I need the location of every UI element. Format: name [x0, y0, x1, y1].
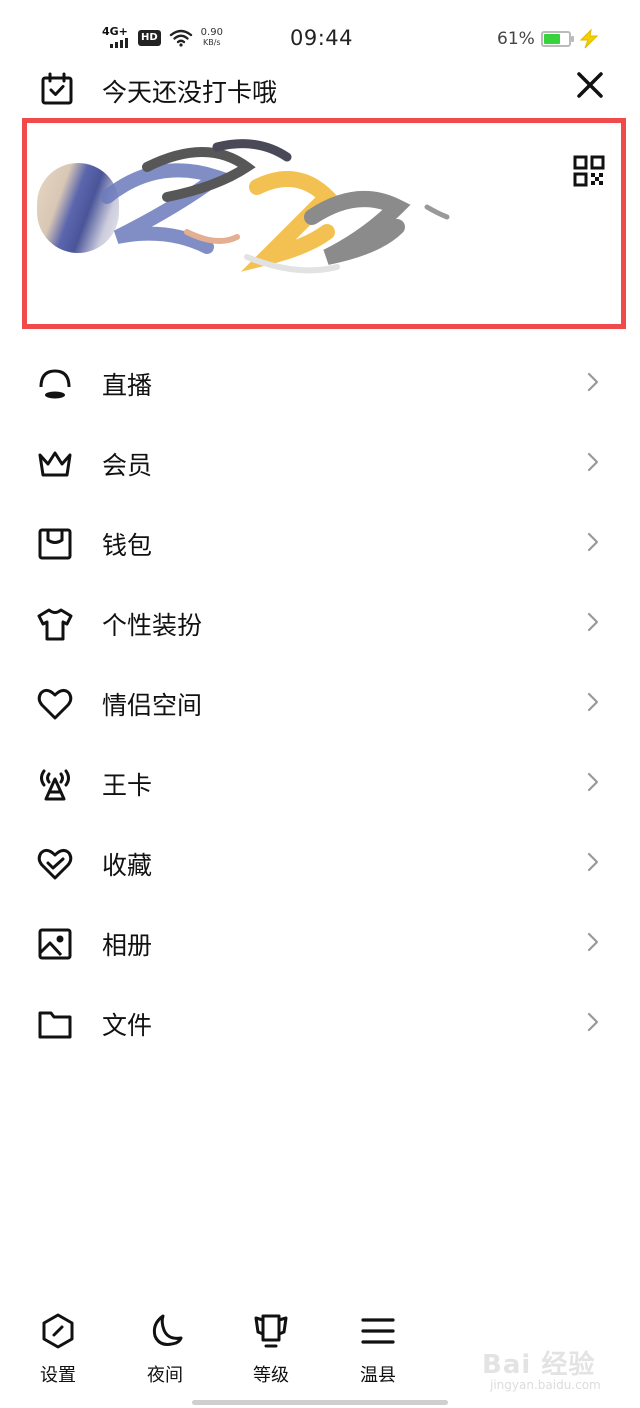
- watermark-url: jingyan.baidu.com: [490, 1378, 601, 1392]
- drawer-menu: 直播 会员 钱包 个性装扮 情侣空间 王卡 收藏 相册 文件: [0, 343, 640, 1063]
- home-indicator[interactable]: [192, 1400, 448, 1405]
- menu-item-label: 直播: [102, 371, 153, 400]
- chevron-right-icon: [587, 532, 599, 552]
- checkin-prompt[interactable]: 今天还没打卡哦: [102, 73, 277, 109]
- battery-icon: [540, 31, 574, 47]
- menu-item-live[interactable]: 直播: [0, 343, 640, 423]
- signal-icon: [110, 38, 128, 48]
- battery-fill: [543, 34, 560, 44]
- menu-item-wallet[interactable]: 钱包: [0, 503, 640, 583]
- chevron-right-icon: [587, 932, 599, 952]
- wallet-icon: [38, 528, 72, 560]
- menu-item-favorites[interactable]: 收藏: [0, 823, 640, 903]
- menu-item-label: 钱包: [102, 531, 153, 560]
- menu-item-label: 个性装扮: [102, 611, 203, 640]
- chevron-right-icon: [587, 372, 599, 392]
- tshirt-icon: [37, 608, 73, 641]
- chevron-right-icon: [587, 772, 599, 792]
- menu-icon: [361, 1318, 395, 1344]
- speed-unit: KB/s: [203, 38, 221, 47]
- baidu-watermark: Bai 经验 jingyan.baidu.com: [460, 1338, 610, 1396]
- menu-item-label: 会员: [102, 451, 153, 480]
- trophy-icon: [254, 1314, 288, 1348]
- menu-item-files[interactable]: 文件: [0, 983, 640, 1063]
- menu-item-label: 相册: [102, 931, 153, 960]
- network-type: 4G+: [102, 25, 128, 38]
- menu-item-label: 王卡: [102, 771, 153, 800]
- settings-button[interactable]: 设置: [19, 1306, 99, 1386]
- chevron-right-icon: [587, 1012, 599, 1032]
- night-mode-button[interactable]: 夜间: [126, 1306, 206, 1386]
- settings-icon: [42, 1313, 74, 1349]
- menu-item-couple-space[interactable]: 情侣空间: [0, 663, 640, 743]
- favorite-heart-icon: [37, 848, 73, 880]
- status-right: 61%: [497, 29, 601, 49]
- qr-code-icon[interactable]: [573, 155, 605, 187]
- heart-icon: [37, 688, 73, 720]
- level-label: 等级: [253, 1365, 289, 1386]
- moon-icon: [152, 1314, 183, 1346]
- wifi-icon: [169, 29, 192, 47]
- crown-icon: [38, 451, 72, 477]
- menu-item-album[interactable]: 相册: [0, 903, 640, 983]
- status-left: 4G+ HD 0.90 KB/s: [102, 26, 223, 50]
- live-icon: [39, 369, 71, 399]
- network-speed: 0.90 KB/s: [201, 28, 223, 48]
- photo-album-icon: [38, 928, 72, 960]
- menu-item-label: 收藏: [102, 851, 153, 880]
- chevron-right-icon: [587, 852, 599, 872]
- header: 今天还没打卡哦: [0, 64, 640, 116]
- redaction-scribble: [100, 139, 450, 274]
- level-button[interactable]: 等级: [232, 1306, 312, 1386]
- profile-card[interactable]: [22, 118, 626, 329]
- menu-item-king-card[interactable]: 王卡: [0, 743, 640, 823]
- signal-tower-icon: [40, 769, 70, 801]
- hd-badge: HD: [138, 30, 161, 46]
- close-icon[interactable]: [574, 69, 606, 101]
- menu-item-personalization[interactable]: 个性装扮: [0, 583, 640, 663]
- chevron-right-icon: [587, 692, 599, 712]
- speed-value: 0.90: [200, 27, 223, 38]
- menu-item-label: 文件: [102, 1011, 153, 1040]
- location-label: 温县: [360, 1365, 396, 1386]
- charging-icon: [579, 29, 599, 49]
- calendar-check-icon[interactable]: [40, 72, 74, 106]
- settings-label: 设置: [40, 1365, 76, 1386]
- menu-item-label: 情侣空间: [102, 691, 203, 720]
- clock: 09:44: [290, 26, 354, 50]
- chevron-right-icon: [587, 612, 599, 632]
- folder-icon: [38, 1011, 72, 1039]
- chevron-right-icon: [587, 452, 599, 472]
- network-indicator: 4G+: [102, 26, 130, 50]
- night-mode-label: 夜间: [147, 1365, 183, 1386]
- location-menu-button[interactable]: 温县: [339, 1306, 419, 1386]
- watermark-logo-text: Bai 经验: [482, 1350, 596, 1380]
- menu-item-vip[interactable]: 会员: [0, 423, 640, 503]
- battery-percent: 61%: [497, 29, 535, 49]
